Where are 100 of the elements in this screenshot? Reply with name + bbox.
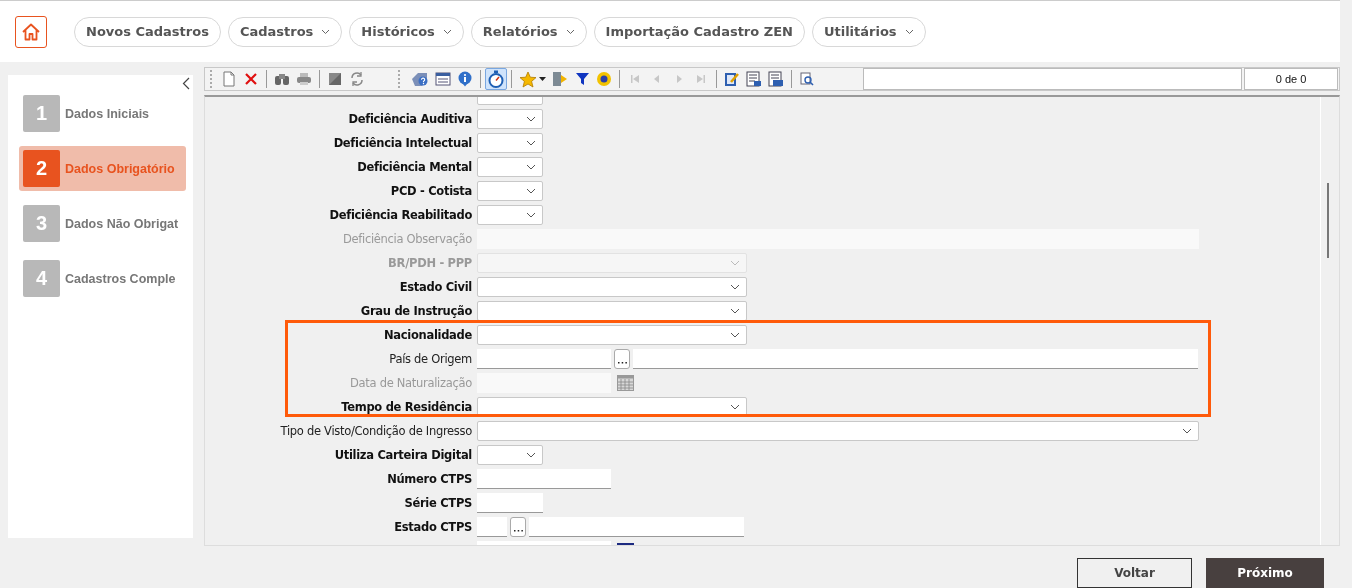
field-label: PCD - Cotista xyxy=(390,184,472,198)
lookup-button[interactable] xyxy=(614,349,630,369)
back-button[interactable]: Voltar xyxy=(1077,558,1192,588)
field-label: Deficiência Intelectual xyxy=(333,136,472,150)
step-number: 4 xyxy=(23,260,60,297)
field-label: Deficiência Mental xyxy=(357,160,472,174)
binoculars-icon xyxy=(274,72,290,86)
field-label: Número CTPS xyxy=(387,472,472,486)
step-label: Dados Não Obrigat xyxy=(65,216,179,231)
lookup-button[interactable] xyxy=(510,517,526,537)
dropdown-field[interactable] xyxy=(477,445,543,465)
field-label: BR/PDH - PPP xyxy=(388,256,472,270)
delete-icon xyxy=(244,72,258,86)
nav-menu-button[interactable]: Importação Cadastro ZEN xyxy=(593,16,805,47)
chevron-down-icon xyxy=(526,452,536,458)
field-label: Tempo de Residência xyxy=(341,400,472,414)
chevron-down-icon xyxy=(730,260,740,266)
printer-icon xyxy=(296,72,312,86)
chevron-down-icon xyxy=(730,284,740,290)
field-label: Deficiência Auditiva xyxy=(348,112,472,126)
step-item[interactable]: 4 Cadastros Comple xyxy=(19,256,186,301)
field-label: Série CTPS xyxy=(404,496,472,510)
stopwatch-icon xyxy=(488,70,504,88)
field-label: Deficiência Reabilitado xyxy=(329,208,472,222)
star-icon xyxy=(519,70,537,88)
step-label: Dados Iniciais xyxy=(65,106,150,121)
report-icon xyxy=(746,71,762,87)
chevron-down-icon xyxy=(442,28,452,35)
home-button[interactable] xyxy=(15,15,47,48)
step-label: Dados Obrigatório xyxy=(65,161,175,176)
toolbar-field[interactable] xyxy=(863,68,1242,90)
record-counter: 0 de 0 xyxy=(1244,68,1338,90)
collapse-icon[interactable] xyxy=(182,77,190,90)
info-icon xyxy=(457,71,473,87)
code-field[interactable] xyxy=(477,349,611,369)
sync-icon xyxy=(596,71,612,87)
chevron-down-icon xyxy=(730,332,740,338)
preview-icon xyxy=(800,72,814,86)
nav-menu-button[interactable]: Novos Cadastros xyxy=(74,16,221,47)
chevron-down-icon xyxy=(526,212,536,218)
chevron-down-icon xyxy=(565,28,575,35)
chevron-down-icon xyxy=(730,308,740,314)
field-label: Utiliza Carteira Digital xyxy=(334,448,472,462)
field-label: País de Origem xyxy=(389,352,472,366)
dropdown-field[interactable] xyxy=(477,421,1199,441)
edit-document-icon xyxy=(724,71,740,87)
form-icon xyxy=(435,72,451,86)
help-icon xyxy=(411,71,429,87)
nav-menu-button[interactable]: Históricos xyxy=(349,16,464,47)
dropdown-field[interactable] xyxy=(477,301,747,321)
step-item[interactable]: 3 Dados Não Obrigat xyxy=(19,201,186,246)
calendar-icon[interactable] xyxy=(617,375,634,391)
chevron-down-icon xyxy=(526,116,536,122)
last-record-icon xyxy=(696,74,706,84)
home-icon xyxy=(21,21,41,42)
field-label: Tipo de Visto/Condição de Ingresso xyxy=(280,424,472,438)
filter-icon xyxy=(574,72,590,86)
description-field[interactable] xyxy=(529,517,744,537)
step-item[interactable]: 2 Dados Obrigatório xyxy=(19,146,186,191)
dropdown-field[interactable] xyxy=(477,277,747,297)
chevron-down-icon xyxy=(1182,428,1192,434)
caret-icon xyxy=(539,77,546,81)
next-button[interactable]: Próximo xyxy=(1206,558,1324,588)
dropdown-field[interactable] xyxy=(477,109,543,129)
nav-menu-button[interactable]: Utilitários xyxy=(811,16,926,47)
code-field[interactable] xyxy=(477,517,507,537)
chevron-down-icon xyxy=(526,140,536,146)
refresh-icon xyxy=(349,71,365,87)
field-label: Estado Civil xyxy=(399,280,472,294)
chevron-down-icon xyxy=(730,404,740,410)
next-icon xyxy=(674,74,684,84)
timer-tool-button[interactable] xyxy=(485,68,507,90)
first-record-icon xyxy=(630,74,640,84)
dropdown-field[interactable] xyxy=(477,397,747,417)
report-list-icon xyxy=(768,71,784,87)
step-number: 1 xyxy=(23,95,60,132)
text-field[interactable] xyxy=(477,493,543,513)
field-label: Estado CTPS xyxy=(394,520,472,534)
dropdown-field[interactable] xyxy=(477,157,543,177)
field-label: Nacionalidade xyxy=(384,328,472,342)
door-arrow-icon xyxy=(552,71,568,87)
field-label: Deficiência Observação xyxy=(342,232,472,246)
nav-menu-button[interactable]: Cadastros xyxy=(227,16,343,47)
chevron-down-icon xyxy=(526,188,536,194)
field-label: Grau de Instrução xyxy=(360,304,472,318)
step-label: Cadastros Comple xyxy=(65,271,176,286)
dropdown-field[interactable] xyxy=(477,133,543,153)
square-icon xyxy=(328,72,342,86)
document-icon xyxy=(222,71,236,87)
dropdown-field[interactable] xyxy=(477,181,543,201)
description-field[interactable] xyxy=(633,349,1198,369)
dropdown-field[interactable] xyxy=(477,253,747,273)
text-field[interactable] xyxy=(477,469,611,489)
chevron-down-icon xyxy=(526,164,536,170)
dropdown-field[interactable] xyxy=(477,325,747,345)
nav-menu-button[interactable]: Relatórios xyxy=(470,16,587,47)
step-item[interactable]: 1 Dados Iniciais xyxy=(19,91,186,136)
chevron-down-icon xyxy=(321,28,331,35)
dropdown-field[interactable] xyxy=(477,205,543,225)
step-number: 3 xyxy=(23,205,60,242)
